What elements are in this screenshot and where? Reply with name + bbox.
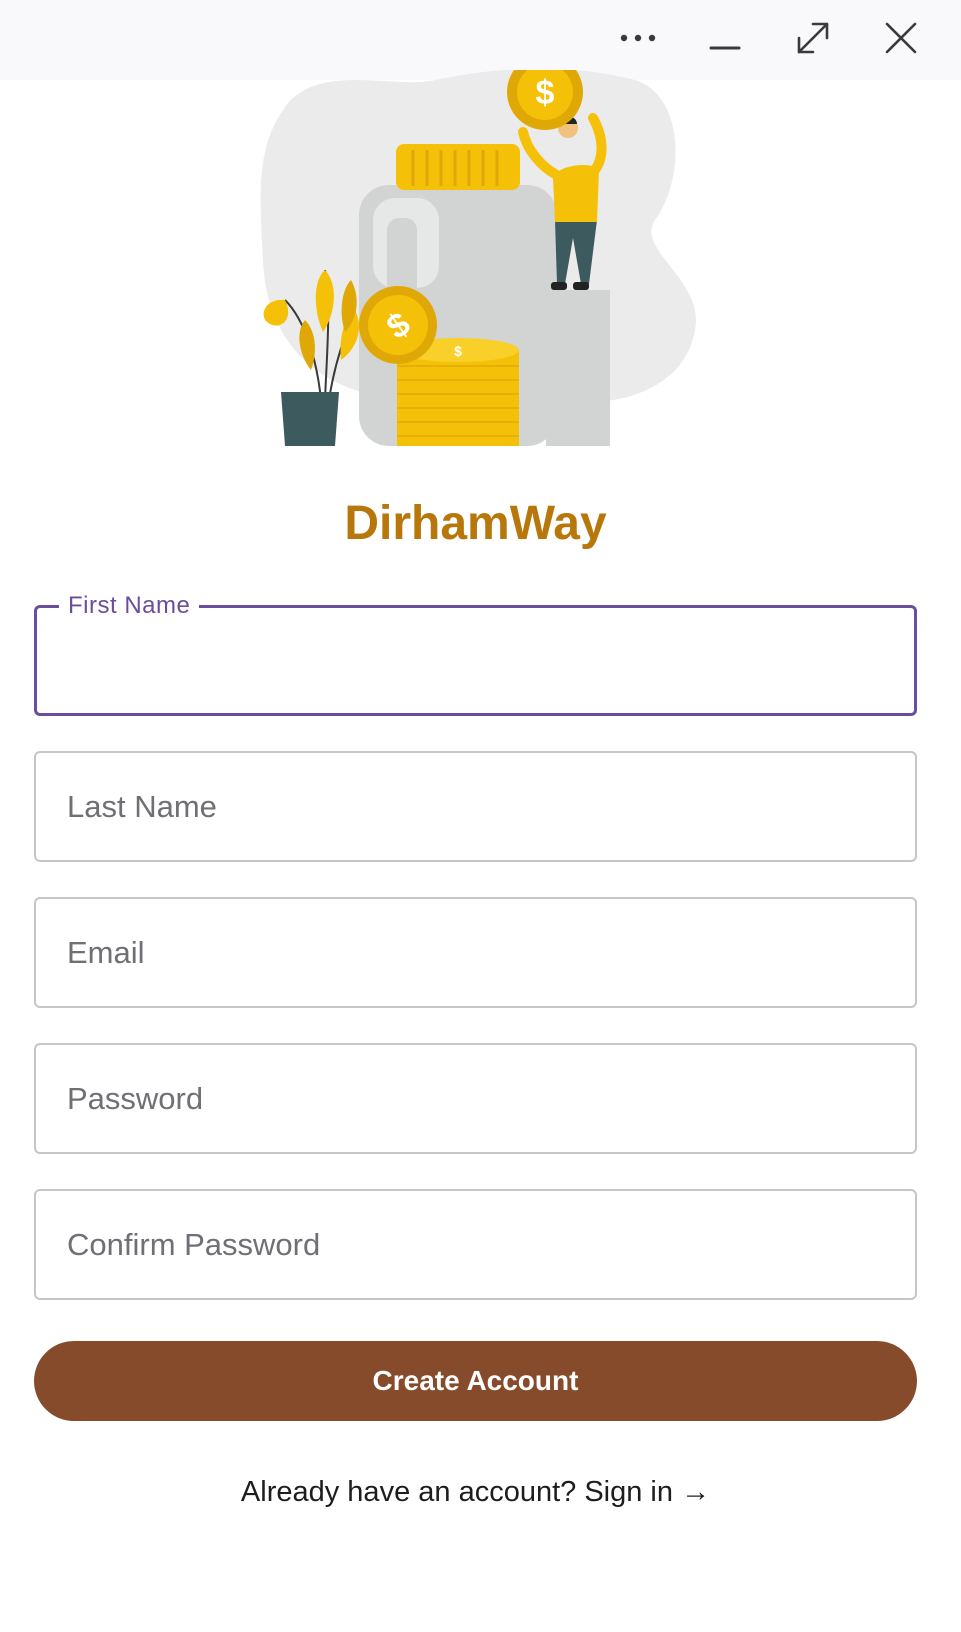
confirm-password-field[interactable]: Confirm Password bbox=[34, 1189, 917, 1300]
expand-icon bbox=[797, 22, 829, 54]
confirm-password-placeholder: Confirm Password bbox=[67, 1226, 321, 1262]
password-placeholder: Password bbox=[67, 1080, 204, 1116]
last-name-placeholder: Last Name bbox=[67, 788, 217, 824]
email-field[interactable]: Email bbox=[34, 897, 917, 1008]
password-field[interactable]: Password bbox=[34, 1043, 917, 1154]
arrow-right-icon: → bbox=[681, 1476, 711, 1508]
first-name-field[interactable]: First Name bbox=[34, 589, 917, 716]
minimize-icon bbox=[709, 46, 741, 50]
close-window-button[interactable] bbox=[871, 10, 931, 66]
last-name-field[interactable]: Last Name bbox=[34, 751, 917, 862]
email-placeholder: Email bbox=[67, 934, 145, 970]
signin-link[interactable]: Already have an account? Sign in → bbox=[241, 1476, 710, 1508]
create-account-label: Create Account bbox=[372, 1365, 579, 1396]
minimize-button[interactable] bbox=[695, 10, 755, 66]
svg-text:$: $ bbox=[454, 343, 462, 359]
svg-text:$: $ bbox=[536, 74, 555, 112]
signin-row: Already have an account? Sign in → bbox=[0, 1476, 951, 1509]
first-name-input[interactable] bbox=[65, 608, 889, 715]
more-options-button[interactable] bbox=[608, 10, 668, 66]
signin-prompt: Already have an account? Sign in bbox=[240, 1476, 673, 1508]
app-title: DirhamWay bbox=[344, 497, 607, 550]
more-horizontal-icon bbox=[620, 34, 656, 42]
close-icon bbox=[885, 22, 917, 54]
savings-jar-illustration: $ $ $ bbox=[260, 70, 696, 446]
window-titlebar bbox=[0, 0, 961, 80]
create-account-button[interactable]: Create Account bbox=[34, 1341, 917, 1421]
maximize-button[interactable] bbox=[783, 10, 843, 66]
